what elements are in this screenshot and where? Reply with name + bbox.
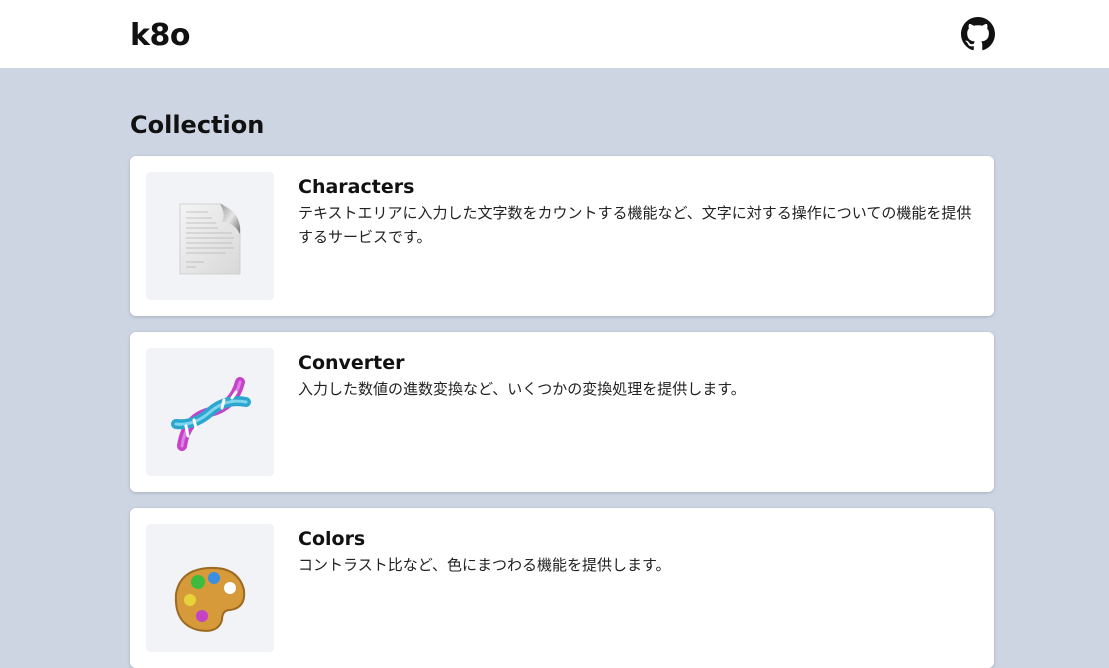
card-description: 入力した数値の進数変換など、いくつかの変換処理を提供します。 — [298, 380, 746, 398]
card-title: Characters — [298, 176, 415, 198]
site-header: k8o — [0, 0, 1109, 68]
section-title: Collection — [130, 111, 265, 139]
card-thumbnail — [146, 524, 274, 652]
palette-icon — [174, 566, 246, 632]
card-title: Colors — [298, 528, 366, 550]
card-description: コントラスト比など、色にまつわる機能を提供します。 — [298, 556, 671, 574]
document-icon — [179, 203, 241, 275]
site-logo[interactable]: k8o — [130, 16, 190, 56]
card-thumbnail — [146, 172, 274, 300]
card-colors[interactable]: Colors コントラスト比など、色にまつわる機能を提供します。 — [130, 508, 994, 668]
card-title: Converter — [298, 352, 405, 374]
card-characters[interactable]: Characters テキストエリアに入力した文字数をカウントする機能など、文字… — [130, 156, 994, 316]
card-thumbnail — [146, 348, 274, 476]
dna-icon — [171, 377, 251, 451]
card-converter[interactable]: Converter 入力した数値の進数変換など、いくつかの変換処理を提供します。 — [130, 332, 994, 492]
card-description: テキストエリアに入力した文字数をカウントする機能など、文字に対する操作についての… — [298, 204, 972, 246]
github-icon[interactable] — [961, 17, 995, 51]
